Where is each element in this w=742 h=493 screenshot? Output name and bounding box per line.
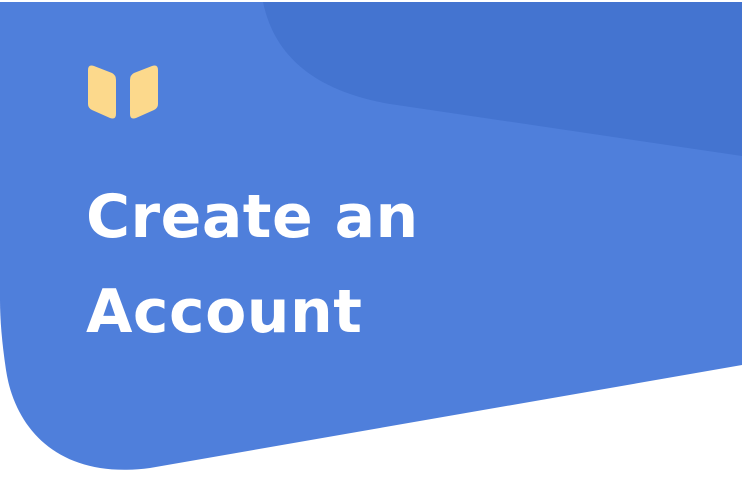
page-title: Create an Account <box>86 170 419 360</box>
title-line-2: Account <box>86 277 363 347</box>
open-book-icon <box>88 65 158 119</box>
title-line-1: Create an <box>86 182 419 252</box>
